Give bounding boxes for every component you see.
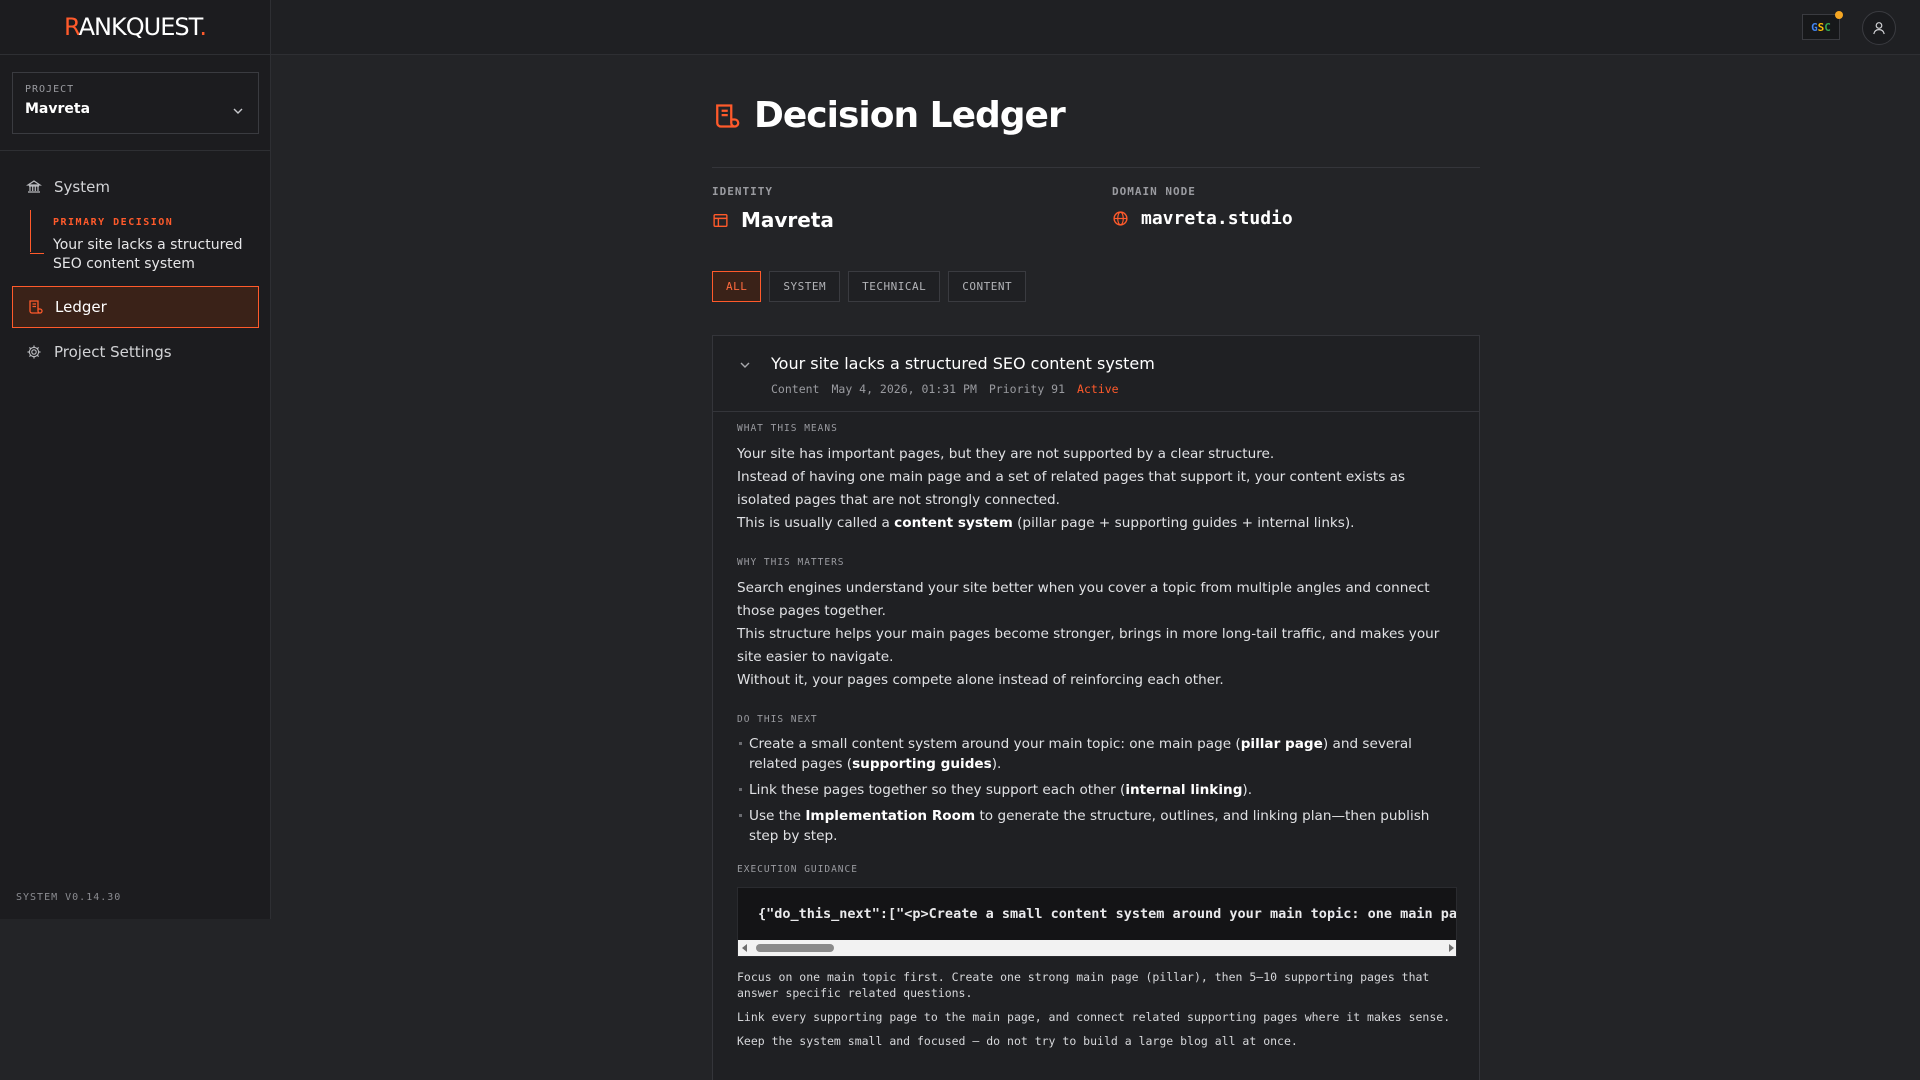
primary-decision-text: Your site lacks a structured SEO content… — [53, 237, 243, 272]
decision-category: Content — [771, 382, 820, 396]
gear-icon — [27, 345, 41, 359]
section-label: WHY THIS MATTERS — [737, 557, 845, 568]
sidebar-item-label: System — [54, 178, 110, 196]
project-value: Mavreta — [25, 101, 91, 117]
filter-technical[interactable]: TECHNICAL — [848, 271, 941, 302]
sidebar: RANKQUEST. PROJECT Mavreta System PRIMAR… — [0, 0, 271, 919]
top-bar: GSC — [271, 0, 1920, 55]
section-why: WHY THIS MATTERS Search engines understa… — [737, 557, 1455, 692]
header-divider — [712, 167, 1480, 168]
sidebar-item-label: Project Settings — [54, 343, 172, 361]
decision-card: Your site lacks a structured SEO content… — [712, 335, 1480, 1080]
gsc-label: GSC — [1811, 20, 1831, 34]
scroll-left-arrow-icon[interactable] — [742, 944, 747, 952]
identity-block: IDENTITY Mavreta — [712, 185, 834, 232]
decision-body: WHAT THIS MEANS Your site has important … — [713, 412, 1479, 1049]
chevron-down-icon[interactable] — [738, 358, 752, 372]
section-label: DO THIS NEXT — [737, 714, 818, 725]
brand-initial: R — [63, 13, 80, 41]
gsc-button[interactable]: GSC — [1802, 11, 1843, 40]
project-selector[interactable]: PROJECT Mavreta — [12, 72, 259, 134]
decision-date: May 4, 2026, 01:31 PM — [831, 382, 977, 396]
filter-system[interactable]: SYSTEM — [769, 271, 841, 302]
code-text: {"do_this_next":["<p>Create a small cont… — [758, 906, 1457, 922]
domain-block: DOMAIN NODE mavreta.studio — [1112, 185, 1293, 229]
version-label: SYSTEM V0.14.30 — [16, 892, 122, 903]
status-badge: Active — [1077, 382, 1119, 396]
decision-priority: Priority 91 — [988, 382, 1066, 396]
section-what: WHAT THIS MEANS Your site has important … — [737, 423, 1455, 535]
chevron-down-icon — [233, 108, 243, 114]
identity-label: IDENTITY — [712, 185, 773, 198]
user-icon — [1873, 22, 1885, 35]
globe-icon — [1113, 211, 1128, 226]
domain-value: mavreta.studio — [1141, 208, 1293, 229]
section-label: EXECUTION GUIDANCE — [737, 864, 858, 875]
section-execution: EXECUTION GUIDANCE {"do_this_next":["<p>… — [737, 864, 1457, 1049]
primary-decision-connector — [30, 253, 44, 254]
list-item: Create a small content system around you… — [737, 734, 1455, 774]
sidebar-item-ledger[interactable]: Ledger — [12, 286, 259, 328]
brand-logo[interactable]: RANKQUEST. — [0, 0, 270, 55]
bank-icon — [26, 180, 42, 193]
paragraph: Instead of having one main page and a se… — [737, 469, 1406, 508]
sidebar-item-system[interactable]: System — [12, 166, 259, 208]
domain-label: DOMAIN NODE — [1112, 185, 1196, 198]
code-block[interactable]: {"do_this_next":["<p>Create a small cont… — [737, 887, 1457, 957]
building-icon — [713, 213, 728, 227]
filter-all[interactable]: ALL — [712, 271, 762, 302]
paragraph: This structure helps your main pages bec… — [737, 626, 1440, 665]
user-avatar-button[interactable] — [1862, 11, 1896, 45]
paragraph: This is usually called a content system … — [737, 515, 1355, 531]
scroll-right-arrow-icon[interactable] — [1449, 944, 1454, 952]
guidance-line: Link every supporting page to the main p… — [737, 1010, 1451, 1024]
identity-value: Mavreta — [741, 208, 834, 232]
filter-tabs: ALL SYSTEM TECHNICAL CONTENT — [712, 271, 1027, 302]
horizontal-scrollbar[interactable] — [738, 940, 1456, 956]
sidebar-divider — [0, 150, 271, 151]
sidebar-item-project-settings[interactable]: Project Settings — [12, 331, 259, 373]
project-label: PROJECT — [25, 84, 75, 95]
brand-dot: . — [199, 13, 207, 41]
decision-meta: Content May 4, 2026, 01:31 PM Priority 9… — [771, 382, 1119, 396]
guidance-line: Keep the system small and focused — do n… — [737, 1034, 1298, 1048]
notification-dot — [1835, 11, 1843, 19]
next-steps-list: Create a small content system around you… — [737, 734, 1455, 846]
scrollbar-thumb[interactable] — [756, 944, 834, 952]
primary-decision-link[interactable]: PRIMARY DECISION Your site lacks a struc… — [30, 210, 260, 272]
paragraph: Without it, your pages compete alone ins… — [737, 672, 1224, 688]
page-title: Decision Ledger — [754, 95, 1066, 136]
section-next: DO THIS NEXT Create a small content syst… — [737, 714, 1455, 846]
page-header: Decision Ledger — [712, 95, 1066, 136]
guidance-line: Focus on one main topic first. Create on… — [737, 970, 1430, 1000]
list-item: Link these pages together so they suppor… — [737, 780, 1455, 800]
paragraph: Your site has important pages, but they … — [737, 446, 1275, 462]
filter-content[interactable]: CONTENT — [948, 271, 1027, 302]
section-label: WHAT THIS MEANS — [737, 423, 838, 434]
decision-card-header[interactable]: Your site lacks a structured SEO content… — [713, 336, 1479, 412]
decision-title: Your site lacks a structured SEO content… — [771, 354, 1155, 373]
primary-decision-label: PRIMARY DECISION — [53, 217, 174, 228]
brand-rest: ANKQUEST — [78, 13, 201, 41]
guidance-notes: Focus on one main topic first. Create on… — [737, 969, 1457, 1049]
list-item: Use the Implementation Room to generate … — [737, 806, 1455, 846]
scroll-icon — [716, 103, 740, 128]
scroll-icon — [29, 300, 43, 314]
paragraph: Search engines understand your site bett… — [737, 580, 1430, 619]
sidebar-item-label: Ledger — [55, 298, 107, 316]
